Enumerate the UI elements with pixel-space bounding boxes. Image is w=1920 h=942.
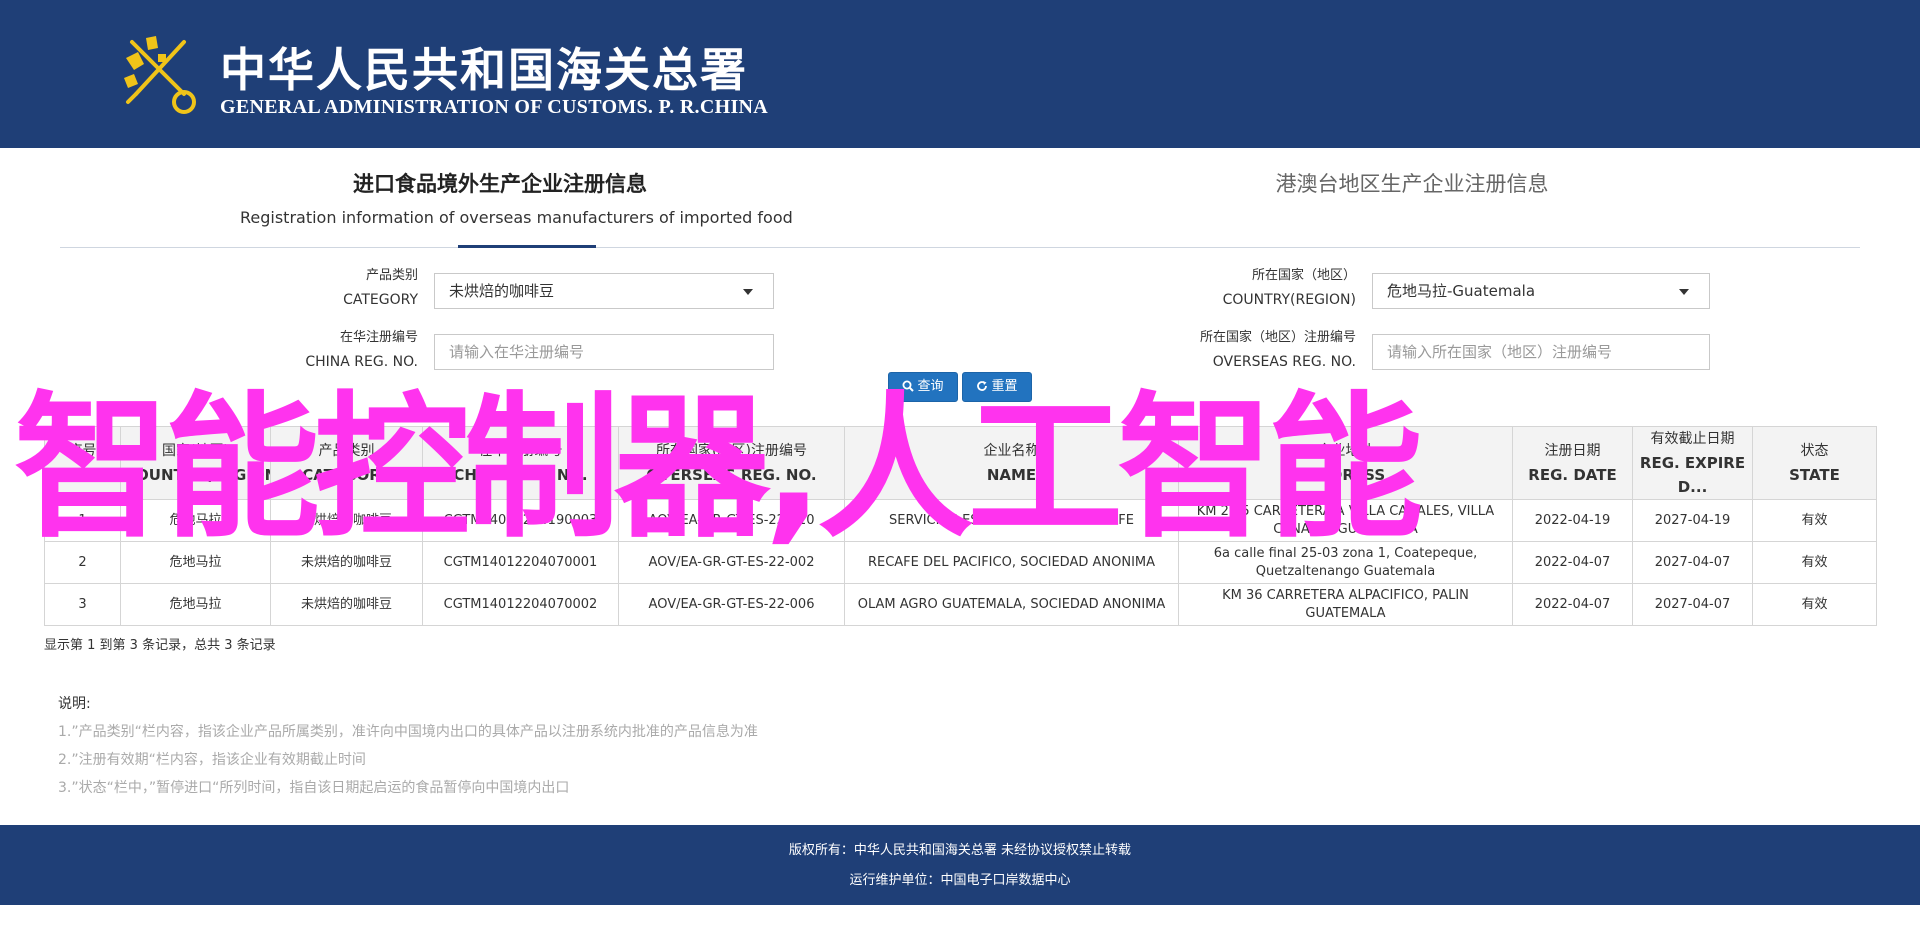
table-row[interactable]: 3 危地马拉 未烘焙的咖啡豆 CGTM14012204070002 AOV/EA… (44, 583, 1877, 626)
table-cell: 2027-04-07 (1632, 541, 1753, 584)
table-cell: 未烘焙的咖啡豆 (270, 499, 423, 542)
table-cell: 有效 (1752, 541, 1877, 584)
table-row[interactable]: 1 危地马拉 未烘焙的咖啡豆 CGTM14012204190003 AOV/EA… (44, 499, 1877, 542)
table-cell: 2022-04-07 (1512, 583, 1633, 626)
refresh-icon (977, 381, 988, 391)
table-cell: AOV/EA-GR-GT-ES-22-002 (618, 541, 845, 584)
tab-divider (60, 247, 1860, 248)
search-icon (902, 380, 915, 392)
table-cell: CGTM14012204070001 (422, 541, 619, 584)
table-cell: 有效 (1752, 583, 1877, 626)
site-title-en: GENERAL ADMINISTRATION OF CUSTOMS. P. R.… (220, 96, 769, 118)
tab-overseas-manufacturers[interactable]: 进口食品境外生产企业注册信息 Registration information … (240, 168, 793, 227)
note-item: 3.”状态“栏中，”暂停进口“所列时间，指自该日期起启运的食品暂停向中国境内出口 (58, 780, 570, 796)
results-table: 序号 NO. 国家(地区) COUNTRY(REGION) 产品类别 CATEGORY… (44, 426, 1877, 626)
table-cell: CGTM14012204070002 (422, 583, 619, 626)
site-footer: 版权所有：中华人民共和国海关总署 未经协议授权禁止转载 运行维护单位：中国电子口… (0, 825, 1920, 905)
overseas-reg-label: 所在国家（地区）注册编号 OVERSEAS REG. NO. (1199, 330, 1356, 370)
column-header[interactable]: 在华注册编号 CHINA REG. NO. (422, 426, 619, 500)
table-cell: 危地马拉 (120, 541, 271, 584)
column-header[interactable]: 状态 STATE (1752, 426, 1877, 500)
tab-title-cn: 进口食品境外生产企业注册信息 (353, 171, 647, 196)
table-cell: CGTM14012204190003 (422, 499, 619, 542)
column-header[interactable]: 企业地址 ADDRESS (1178, 426, 1513, 500)
footer-copyright: 版权所有：中华人民共和国海关总署 未经协议授权禁止转载 (788, 843, 1132, 858)
china-reg-input[interactable]: 请输入在华注册编号 (434, 334, 774, 370)
column-header[interactable]: 企业名称 NAME (844, 426, 1179, 500)
country-label: 所在国家（地区） COUNTRY(REGION) (1222, 268, 1356, 308)
tab-title-cn: 港澳台地区生产企业注册信息 (1275, 172, 1549, 196)
pagination-summary: 显示第 1 到第 3 条记录，总共 3 条记录 (44, 638, 276, 653)
chevron-down-icon (1679, 289, 1689, 295)
column-header[interactable]: 产品类别 CATEGORY (270, 426, 423, 500)
site-header: 中华人民共和国海关总署 GENERAL ADMINISTRATION OF CU… (0, 0, 1920, 148)
notes-title: 说明: (58, 696, 91, 712)
table-cell: AOV/EA-GR-GT-ES-22-006 (618, 583, 845, 626)
table-cell: 2027-04-07 (1632, 583, 1753, 626)
country-select[interactable]: 危地马拉-Guatemala (1372, 273, 1710, 309)
table-cell: AOV/EA-GR-GT-ES-22-010 (618, 499, 845, 542)
table-cell: KM 36 CARRETERA ALPACIFICO, PALIN GUATEM… (1178, 583, 1513, 626)
tab-title-en: Registration information of overseas man… (240, 208, 793, 227)
active-tab-indicator (458, 245, 596, 248)
chevron-down-icon (743, 289, 753, 295)
customs-emblem-icon (124, 36, 196, 114)
site-title-cn: 中华人民共和国海关总署 (220, 43, 748, 97)
column-header[interactable]: 所在国家(地区)注册编号 OVERSEAS REG. NO. (618, 426, 845, 500)
table-row[interactable]: 2 危地马拉 未烘焙的咖啡豆 CGTM14012204070001 AOV/EA… (44, 541, 1877, 584)
table-cell: SERVICIOS ESPECIALIZADOS DE CAFE (844, 499, 1179, 542)
table-cell: OLAM AGRO GUATEMALA, SOCIEDAD ANONIMA (844, 583, 1179, 626)
table-cell: 2 (44, 541, 121, 584)
table-header-row: 序号 NO. 国家(地区) COUNTRY(REGION) 产品类别 CATEGORY… (44, 426, 1877, 500)
table-cell: 3 (44, 583, 121, 626)
table-cell: 有效 (1752, 499, 1877, 542)
column-header[interactable]: 有效截止日期 REG. EXPIRE D... (1632, 426, 1753, 500)
note-item: 2.”注册有效期“栏内容，指该企业有效期截止时间 (58, 752, 366, 768)
category-label: 产品类别 CATEGORY (343, 268, 418, 308)
table-cell: 危地马拉 (120, 499, 271, 542)
column-header[interactable]: 序号 NO. (44, 426, 121, 500)
table-cell: RECAFE DEL PACIFICO, SOCIEDAD ANONIMA (844, 541, 1179, 584)
category-select[interactable]: 未烘焙的咖啡豆 (434, 273, 774, 309)
column-header[interactable]: 注册日期 REG. DATE (1512, 426, 1633, 500)
overseas-reg-input[interactable]: 请输入所在国家（地区）注册编号 (1372, 334, 1710, 370)
notes-section: 说明: 1.”产品类别“栏内容，指该企业产品所属类别，准许向中国境内出口的具体产… (58, 690, 758, 802)
table-cell: 2022-04-19 (1512, 499, 1633, 542)
table-cell: 2022-04-07 (1512, 541, 1633, 584)
reset-button[interactable]: 重置 (962, 372, 1032, 402)
table-cell: 2027-04-19 (1632, 499, 1753, 542)
search-button[interactable]: 查询 (888, 372, 958, 402)
table-cell: 未烘焙的咖啡豆 (270, 583, 423, 626)
china-reg-label: 在华注册编号 CHINA REG. NO. (305, 330, 418, 370)
table-cell: 1 (44, 499, 121, 542)
note-item: 1.”产品类别“栏内容，指该企业产品所属类别，准许向中国境内出口的具体产品以注册… (58, 724, 758, 740)
table-cell: 未烘焙的咖啡豆 (270, 541, 423, 584)
column-header[interactable]: 国家(地区) COUNTRY(REGION) (120, 426, 271, 500)
table-cell: KM 21.5 CARRETERA A VILLA CANALES, VILLA… (1178, 499, 1513, 542)
table-cell: 危地马拉 (120, 583, 271, 626)
tab-hk-macao-taiwan[interactable]: 港澳台地区生产企业注册信息 (1212, 168, 1612, 198)
footer-maintainer: 运行维护单位：中国电子口岸数据中心 (849, 873, 1071, 888)
table-cell: 6a calle final 25-03 zona 1, Coatepeque,… (1178, 541, 1513, 584)
